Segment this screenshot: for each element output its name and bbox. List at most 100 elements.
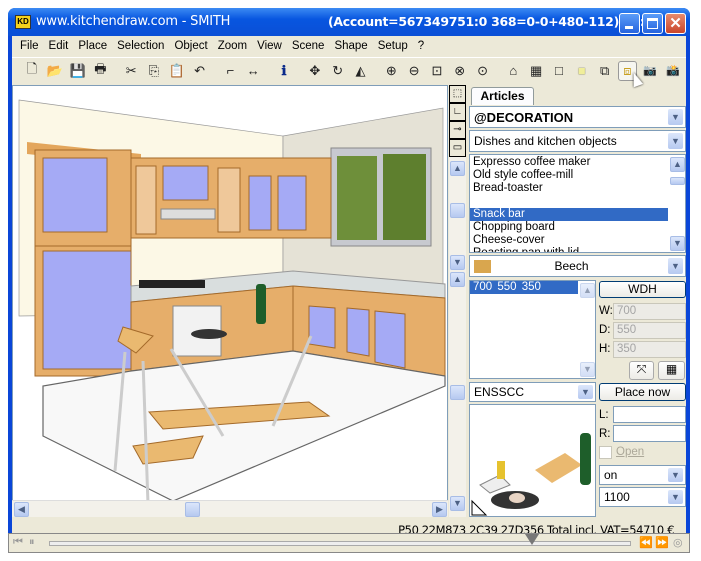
catalog-select[interactable]: @DECORATION ▼ xyxy=(469,106,686,128)
list-scroll-thumb[interactable] xyxy=(670,177,685,185)
size-list-scroll-up[interactable]: ▲ xyxy=(450,272,465,287)
chevron-down-icon[interactable]: ▼ xyxy=(668,109,683,125)
menu-view[interactable]: View xyxy=(252,40,287,52)
maximize-button[interactable] xyxy=(642,13,663,34)
forward-button[interactable]: ⏩ xyxy=(655,536,669,549)
skip-start-button[interactable]: ⏮ xyxy=(13,536,23,549)
article-list-scroll-thumb[interactable] xyxy=(450,203,465,218)
rewind-button[interactable]: ⏪ xyxy=(639,536,653,549)
menu-setup[interactable]: Setup xyxy=(373,40,413,52)
article-list-scroll-down[interactable]: ▼ xyxy=(450,255,465,270)
minimize-button[interactable] xyxy=(619,13,640,34)
save-button[interactable]: 💾 xyxy=(68,61,88,81)
rotate-button[interactable]: ↻ xyxy=(328,61,348,81)
list-item-selected[interactable]: Snack bar xyxy=(470,208,668,221)
menu-object[interactable]: Object xyxy=(169,40,212,52)
perspective-wire-button[interactable]: ⧉ xyxy=(595,61,615,81)
variant-select[interactable]: ENSSCC ▼ xyxy=(469,382,596,402)
title-bar[interactable]: KD www.kitchendraw.com - SMITH (Account=… xyxy=(8,8,690,36)
menu-shape[interactable]: Shape xyxy=(329,40,372,52)
zoom-in-button[interactable]: ⊕ xyxy=(381,61,401,81)
list-item-selected[interactable]: 700 550 350 xyxy=(470,281,578,294)
size-list-scroll-thumb[interactable] xyxy=(450,385,465,400)
camera-button[interactable]: 📸 xyxy=(663,61,683,81)
info-button[interactable]: ℹ xyxy=(274,61,294,81)
playback-track[interactable] xyxy=(49,541,631,546)
menu-zoom[interactable]: Zoom xyxy=(213,40,252,52)
size-list[interactable]: 700 550 350 ▲ ▼ xyxy=(469,280,596,379)
menu-place[interactable]: Place xyxy=(73,40,112,52)
menu-selection[interactable]: Selection xyxy=(112,40,169,52)
color-render-button[interactable]: ■ xyxy=(572,61,592,81)
left-field[interactable] xyxy=(613,406,686,423)
article-list[interactable]: Expresso coffee maker Old style coffee-m… xyxy=(469,154,686,253)
elevation-view-button[interactable]: ▦ xyxy=(526,61,546,81)
list-scroll-down[interactable]: ▼ xyxy=(670,236,685,251)
zoom-previous-button[interactable]: ⊙ xyxy=(473,61,493,81)
close-button[interactable]: ✕ xyxy=(665,13,686,34)
list-item[interactable]: Chopping board xyxy=(470,221,685,234)
zoom-out-button[interactable]: ⊖ xyxy=(404,61,424,81)
menu-scene[interactable]: Scene xyxy=(287,40,330,52)
list-item[interactable]: Roasting pan with lid xyxy=(470,247,685,252)
list-item[interactable]: Expresso coffee maker xyxy=(470,156,685,169)
move-button[interactable]: ✥ xyxy=(305,61,325,81)
finish-select[interactable]: Beech ▼ xyxy=(469,255,686,277)
3d-view-canvas[interactable] xyxy=(12,85,448,507)
open-checkbox[interactable] xyxy=(599,446,612,459)
size-scroll-up[interactable]: ▲ xyxy=(580,283,595,298)
list-item[interactable]: Old style coffee-mill xyxy=(470,169,685,182)
chevron-down-icon[interactable]: ▼ xyxy=(668,258,683,274)
playback-thumb[interactable] xyxy=(525,534,540,545)
size-list-scroll-down[interactable]: ▼ xyxy=(450,496,465,511)
category-select[interactable]: Dishes and kitchen objects ▼ xyxy=(469,130,686,152)
paste-button[interactable]: 📋 xyxy=(167,61,187,81)
right-field[interactable] xyxy=(613,425,686,442)
cut-button[interactable]: ✂ xyxy=(121,61,141,81)
scroll-thumb[interactable] xyxy=(185,502,200,517)
wireframe-button[interactable]: □ xyxy=(549,61,569,81)
depth-field[interactable]: 550 xyxy=(613,322,686,339)
mirror-button[interactable]: ◭ xyxy=(351,61,371,81)
chevron-down-icon[interactable]: ▼ xyxy=(668,490,683,504)
stairs-button[interactable]: ⌐ xyxy=(221,61,241,81)
print-button[interactable]: 🖶 xyxy=(90,61,110,81)
menu-file[interactable]: File xyxy=(15,40,44,52)
wall-tool-button[interactable]: ∟ xyxy=(449,103,466,121)
wdh-button[interactable]: WDH xyxy=(599,281,686,298)
zoom-all-button[interactable]: ⊗ xyxy=(450,61,470,81)
mounting-height-select[interactable]: 1100 ▼ xyxy=(599,487,686,507)
custom-size-button[interactable]: ▦ xyxy=(658,361,685,380)
scroll-right-button[interactable]: ▶ xyxy=(432,502,447,517)
place-now-button[interactable]: Place now xyxy=(599,383,686,401)
new-button[interactable]: 🗋 xyxy=(22,61,42,81)
hinge-select[interactable]: on ▼ xyxy=(599,465,686,485)
copy-button[interactable]: ⎘ xyxy=(144,61,164,81)
size-scroll-down[interactable]: ▼ xyxy=(580,362,595,377)
zoom-window-button[interactable]: ⊡ xyxy=(427,61,447,81)
list-item[interactable] xyxy=(470,195,685,208)
menu-edit[interactable]: Edit xyxy=(44,40,74,52)
photo-button[interactable]: 📷 xyxy=(640,61,660,81)
catalog-tool-button[interactable]: ▭ xyxy=(449,139,466,157)
reset-size-button[interactable]: ⤧ xyxy=(629,361,654,380)
plan-view-button[interactable]: ⌂ xyxy=(503,61,523,81)
chevron-down-icon[interactable]: ▼ xyxy=(668,468,683,482)
open-button[interactable]: 📂 xyxy=(45,61,65,81)
list-item[interactable]: Bread-toaster xyxy=(470,182,685,195)
connector-tool-button[interactable]: ⊸ xyxy=(449,121,466,139)
pause-button[interactable]: ⏸ xyxy=(29,536,35,549)
record-button[interactable]: ◎ xyxy=(673,536,683,549)
list-item[interactable]: Cheese-cover xyxy=(470,234,685,247)
list-scroll-up[interactable]: ▲ xyxy=(670,157,685,172)
width-field[interactable]: 700 xyxy=(613,303,686,320)
height-field[interactable]: 350 xyxy=(613,341,686,358)
chevron-down-icon[interactable]: ▼ xyxy=(578,385,593,399)
chevron-down-icon[interactable]: ▼ xyxy=(668,133,683,149)
article-list-scroll-up[interactable]: ▲ xyxy=(450,161,465,176)
tab-articles[interactable]: Articles xyxy=(471,87,534,105)
scroll-left-button[interactable]: ◀ xyxy=(14,502,29,517)
menu-help[interactable]: ? xyxy=(413,40,429,52)
dimension-button[interactable]: ↔ xyxy=(243,61,263,81)
horizontal-scrollbar[interactable]: ◀ ▶ xyxy=(12,500,448,517)
